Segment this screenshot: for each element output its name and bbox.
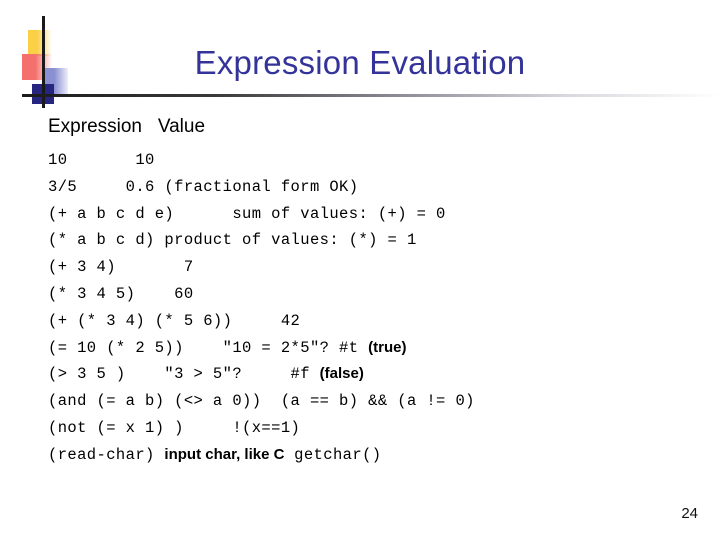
expression-cell: (* 3 4 5) 60 [48,284,194,303]
expression-cell: (+ (* 3 4) (* 5 6)) 42 [48,311,301,330]
value-annotation: input char, like C [164,445,285,463]
value-annotation: (true) [368,338,407,356]
expression-cell: (* a b c d) product of values: (*) = 1 [48,231,417,250]
table-row: (+ (* 3 4) (* 5 6)) 42 [48,308,708,335]
table-row: (* a b c d) product of values: (*) = 1 [48,227,708,254]
expression-cell: (+ 3 4) 7 [48,258,194,277]
expression-cell: (= 10 (* 2 5)) "10 = 2*5"? #t [48,338,369,357]
table-row: (> 3 5 ) "3 > 5"? #f (false) [48,361,708,388]
expression-cell: 3/5 0.6 (fractional form OK) [48,177,359,196]
expression-cell: 10 10 [48,151,155,169]
value-annotation: (false) [319,365,364,383]
expression-cell: (not (= x 1) ) !(x==1) [48,418,301,437]
table-row: (+ 3 4) 7 [48,254,708,281]
table-row: 3/5 0.6 (fractional form OK) [48,174,708,201]
table-row: (and (= a b) (<> a 0)) (a == b) && (a !=… [48,388,708,415]
expression-cell: (and (= a b) (<> a 0)) (a == b) && (a !=… [48,392,475,411]
expression-table: Expression Value 10 10 3/5 0.6 (fractiona… [48,113,708,469]
table-row: (+ a b c d e) sum of values: (+) = 0 [48,201,708,228]
table-row: (read-char) input char, like C getchar() [48,442,708,469]
page-title: Expression Evaluation [194,44,526,81]
table-row: (not (= x 1) ) !(x==1) [48,415,708,442]
title-divider [22,94,720,97]
table-row: 10 10 [48,147,708,174]
expression-cell: (> 3 5 ) "3 > 5"? #f [48,365,320,384]
table-row: (= 10 (* 2 5)) "10 = 2*5"? #t (true) [48,335,708,362]
page-number: 24 [681,505,698,522]
expression-cell: (read-char) [48,445,165,464]
table-column-headers: Expression Value [48,116,206,137]
value-cell-tail: getchar() [284,445,382,464]
expression-cell: (+ a b c d e) sum of values: (+) = 0 [48,204,446,223]
table-body: 10 10 3/5 0.6 (fractional form OK) (+ a b … [48,147,708,469]
table-row: (* 3 4 5) 60 [48,281,708,308]
